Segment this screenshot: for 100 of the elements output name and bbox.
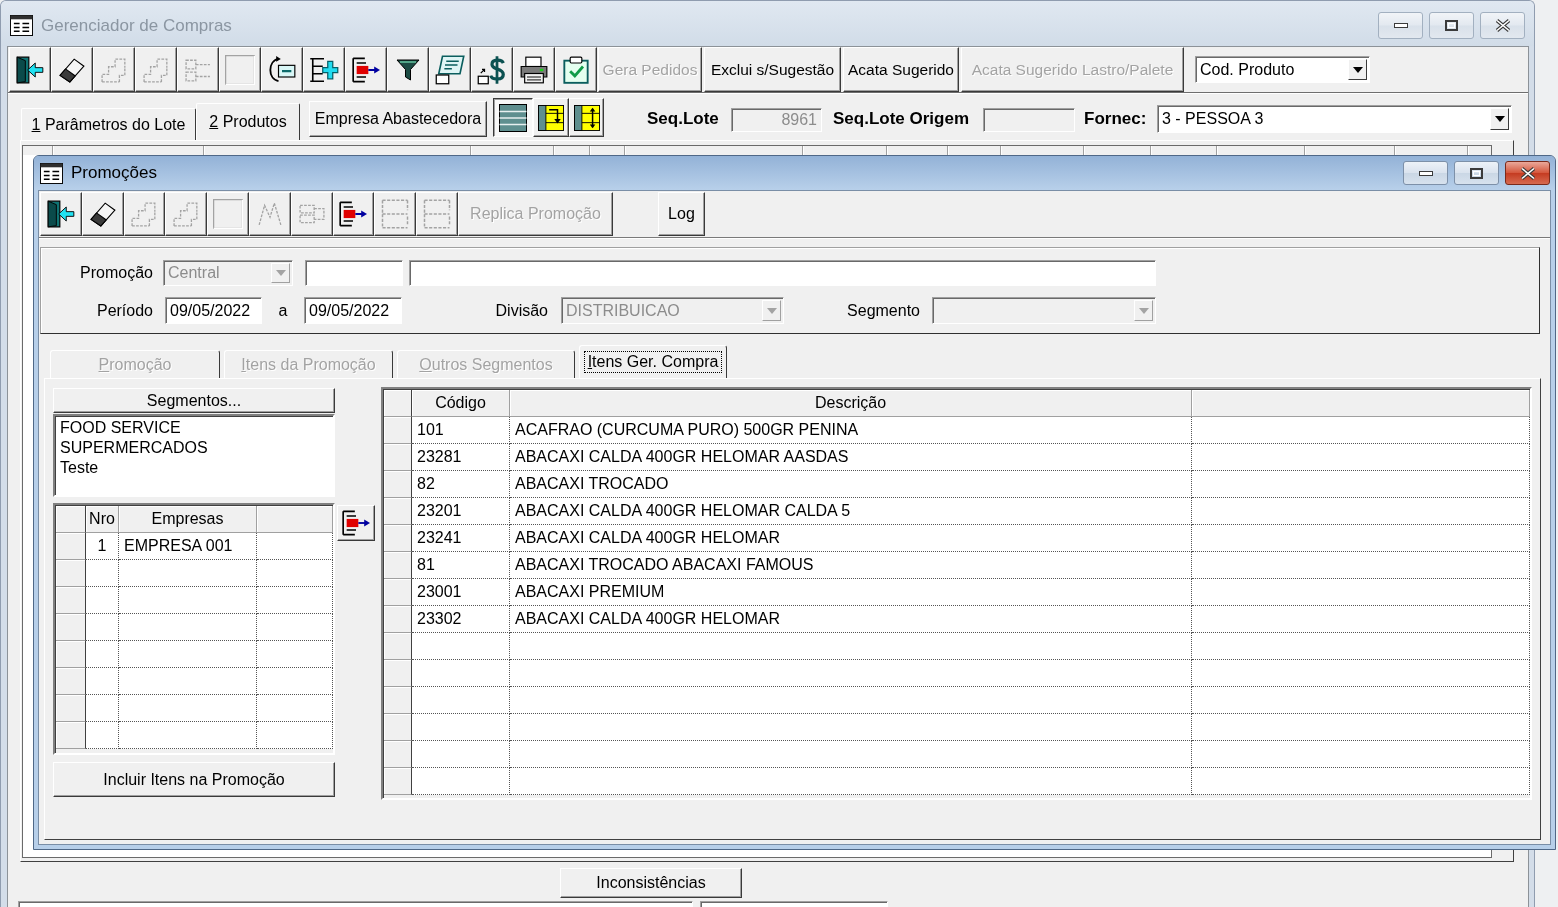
- dotted-rows-icon: [422, 199, 453, 229]
- range-separator: a: [278, 301, 288, 320]
- toolbar-button[interactable]: [387, 47, 429, 92]
- close-button[interactable]: [1505, 161, 1550, 185]
- input-field[interactable]: [409, 260, 1156, 286]
- column-header: Descrição: [510, 390, 1192, 417]
- column-header: Empresas: [119, 506, 257, 533]
- dollar-icon: [477, 54, 507, 85]
- rows-list-icon: [499, 103, 527, 132]
- caret-icon: [1494, 116, 1505, 122]
- toolbar-button[interactable]: [40, 192, 82, 236]
- window-title: Promoções: [71, 163, 157, 183]
- caret-icon: [275, 270, 286, 276]
- row-indicator: [56, 533, 86, 560]
- row-indicator: [384, 633, 412, 660]
- toolbar-button[interactable]: [303, 47, 345, 92]
- row-indicator: [384, 660, 412, 687]
- include-items-button[interactable]: Incluir Itens na Promoção: [53, 762, 335, 797]
- column-header: Código: [412, 390, 510, 417]
- row-indicator: [384, 687, 412, 714]
- transfer-arrow-icon: [339, 200, 368, 228]
- view-button[interactable]: [493, 98, 533, 137]
- date-field[interactable]: 09/05/2022: [165, 297, 262, 324]
- toolbar-button[interactable]: [471, 47, 513, 92]
- header-corner: [384, 390, 412, 417]
- table-cell: ABACAXI TROCADO: [510, 471, 1192, 498]
- list-item[interactable]: Teste: [60, 458, 99, 478]
- row-indicator: [56, 695, 86, 722]
- maximize-button[interactable]: [1454, 161, 1499, 185]
- transfer-button[interactable]: [337, 505, 375, 541]
- table-cell: 23241: [412, 525, 510, 552]
- eraser-icon: [59, 56, 85, 83]
- date-field[interactable]: 09/05/2022: [304, 297, 402, 324]
- table-cell: ABACAXI CALDA 400GR HELOMAR: [510, 606, 1192, 633]
- segments-button[interactable]: Segmentos...: [53, 388, 335, 413]
- toolbar-button[interactable]: [332, 192, 375, 236]
- minimize-button[interactable]: [1403, 161, 1448, 185]
- toolbar-button[interactable]: [9, 47, 51, 92]
- table-cell: [86, 560, 119, 587]
- door-arrow-icon: [46, 200, 75, 228]
- toolbar-button[interactable]: [429, 47, 471, 92]
- row-indicator: [384, 714, 412, 741]
- row-indicator: [56, 560, 86, 587]
- input-field[interactable]: [305, 260, 403, 286]
- toolbar-button[interactable]: [51, 47, 93, 92]
- dotted-rows-icon: [380, 199, 411, 229]
- toolbar-button[interactable]: Log: [657, 192, 705, 236]
- table-cell: ABACAXI CALDA 400GR HELOMAR AASDAS: [510, 444, 1192, 471]
- table-cell: [86, 614, 119, 641]
- inconsistencies-button[interactable]: Inconsistências: [560, 868, 742, 898]
- field-label: Fornec:: [1084, 109, 1147, 129]
- table-cell: [86, 668, 119, 695]
- sort-dropdown[interactable]: Cod. Produto: [1195, 56, 1370, 83]
- toolbar-button[interactable]: [81, 192, 124, 236]
- table-cell: 81: [412, 552, 510, 579]
- supplier-dropdown[interactable]: 3 - PESSOA 3: [1157, 105, 1512, 133]
- row-indicator: [384, 741, 412, 768]
- row-indicator: [56, 722, 86, 749]
- list-item[interactable]: SUPERMERCADOS: [60, 438, 208, 458]
- table-cell: [86, 695, 119, 722]
- table-cell: 23302: [412, 606, 510, 633]
- row-indicator: [384, 768, 412, 795]
- caret-icon: [1138, 307, 1149, 314]
- table-cell: ACAFRAO (CURCUMA PURO) 500GR PENINA: [510, 417, 1192, 444]
- refresh-document-icon: [268, 55, 296, 84]
- eraser-icon: [89, 201, 116, 227]
- input-field[interactable]: [18, 901, 693, 907]
- table-cell: [86, 722, 119, 749]
- field-label: Promoção: [80, 264, 153, 282]
- square-outline-icon: [225, 54, 255, 85]
- table-cell: 23201: [412, 498, 510, 525]
- table-cell: ABACAXI PREMIUM: [510, 579, 1192, 606]
- toolbar-button[interactable]: [555, 47, 597, 92]
- table-cell: ABACAXI CALDA 400GR HELOMAR CALDA 5: [510, 498, 1192, 525]
- square-outline-icon: [213, 199, 244, 229]
- field-label: Segmento: [847, 301, 920, 320]
- toolbar-button[interactable]: Exclui s/Sugestão: [704, 47, 841, 92]
- table-cell: [86, 587, 119, 614]
- close-button[interactable]: [1480, 12, 1525, 39]
- toolbar-button[interactable]: [261, 47, 303, 92]
- tab[interactable]: 1 Parâmetros do Lote: [21, 108, 196, 140]
- row-indicator: [384, 471, 412, 498]
- tab[interactable]: 2 Produtos: [196, 103, 300, 140]
- minimize-button[interactable]: [1378, 12, 1423, 39]
- toolbar-button[interactable]: Acata Sugerido: [843, 47, 959, 92]
- toolbar-button[interactable]: [345, 47, 387, 92]
- maximize-button[interactable]: [1429, 12, 1474, 39]
- header-corner: [56, 506, 86, 533]
- window-icon: [40, 162, 63, 184]
- caret-icon: [1352, 66, 1363, 73]
- row-indicator: [384, 552, 412, 579]
- supplier-button[interactable]: Empresa Abastecedora: [309, 101, 487, 137]
- toolbar-button[interactable]: [513, 47, 555, 92]
- list-item[interactable]: FOOD SERVICE: [60, 418, 181, 438]
- table-cell: 1: [86, 533, 119, 560]
- clipboard-check-icon: [562, 55, 590, 84]
- row-indicator: [56, 587, 86, 614]
- input-field[interactable]: [700, 901, 888, 907]
- window-icon: [10, 15, 33, 36]
- tab[interactable]: Itens Ger. Compra: [579, 345, 727, 378]
